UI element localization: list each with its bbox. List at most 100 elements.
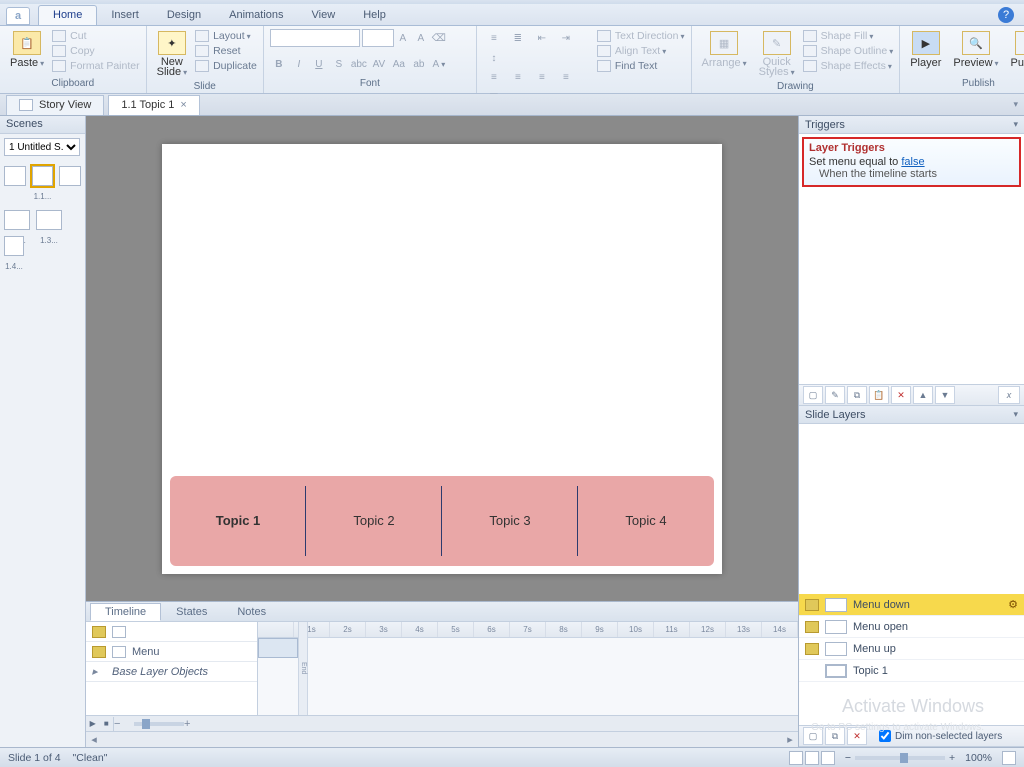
zoom-out-button[interactable]: − [845,752,851,764]
dim-layers-toggle[interactable]: Dim non-selected layers [879,730,1002,742]
edit-trigger-button[interactable]: ✎ [825,386,845,404]
find-text-button[interactable]: Find Text [597,59,685,73]
layer-row-menu-open[interactable]: Menu open [799,616,1024,638]
help-icon[interactable]: ? [998,7,1014,23]
lock-icon[interactable] [112,646,126,658]
collapse-icon[interactable]: ▾ [1013,409,1018,420]
zoom-in-button[interactable]: + [949,752,955,764]
scene-selector[interactable]: 1 Untitled S... [4,138,80,156]
duplicate-button[interactable]: Duplicate [195,59,257,73]
align-right-button[interactable]: ≡ [531,68,553,86]
paste-trigger-button[interactable]: 📋 [869,386,889,404]
delete-layer-button[interactable]: ✕ [847,727,867,745]
zoom-in-timeline[interactable]: + [184,718,204,730]
fit-window-button[interactable] [1002,751,1016,765]
shape-outline-button[interactable]: Shape Outline [803,44,894,58]
scene-thumb[interactable]: 1.2... [4,210,30,230]
visibility-icon[interactable] [805,621,819,633]
timeline-row[interactable] [86,622,257,642]
numbers-button[interactable]: ≣ [507,29,529,47]
align-left-button[interactable]: ≡ [483,68,505,86]
scene-thumb[interactable] [4,166,26,186]
line-spacing-button[interactable]: ↕ [483,49,505,67]
shape-effects-button[interactable]: Shape Effects [803,59,894,73]
shadow-button[interactable]: abc [350,55,368,73]
view-sorter-icon[interactable] [805,751,819,765]
grow-font-button[interactable]: A [394,29,412,47]
slide-canvas[interactable]: Topic 1 Topic 2 Topic 3 Topic 4 [86,116,798,601]
copy-button[interactable]: Copy [52,44,139,58]
visibility-icon[interactable] [92,646,106,658]
highlight-button[interactable]: ab [410,55,428,73]
ribbon-tab-design[interactable]: Design [153,6,215,25]
dropdown-arrow-icon[interactable]: ▾ [1013,99,1018,110]
strike-button[interactable]: S [330,55,348,73]
reset-button[interactable]: Reset [195,44,257,58]
tab-story-view[interactable]: Story View [6,95,104,115]
app-icon[interactable]: a [6,7,30,25]
underline-button[interactable]: U [310,55,328,73]
case-button[interactable]: Aa [390,55,408,73]
clear-format-button[interactable]: ⌫ [430,29,448,47]
expand-icon[interactable]: ▸ [92,665,106,678]
new-slide-button[interactable]: ✦ New Slide [153,29,191,80]
scene-thumb[interactable]: 1.3... [36,210,62,230]
collapse-icon[interactable]: ▾ [1013,119,1018,130]
close-tab-icon[interactable]: × [180,97,186,113]
layer-row-topic-1[interactable]: Topic 1 [799,660,1024,682]
ribbon-tab-animations[interactable]: Animations [215,6,297,25]
dim-checkbox[interactable] [879,730,891,742]
tab-notes[interactable]: Notes [222,603,281,621]
zoom-out-timeline[interactable]: − [114,718,134,730]
ribbon-tab-insert[interactable]: Insert [97,6,153,25]
bullets-button[interactable]: ≡ [483,29,505,47]
tab-states[interactable]: States [161,603,222,621]
move-down-button[interactable]: ▼ [935,386,955,404]
bold-button[interactable]: B [270,55,288,73]
quick-styles-button[interactable]: ✎ Quick Styles [755,29,799,80]
timeline-row-menu[interactable]: Menu [86,642,257,662]
delete-trigger-button[interactable]: ✕ [891,386,911,404]
cut-button[interactable]: Cut [52,29,139,43]
paste-button[interactable]: 📋 Paste [6,29,48,71]
layer-row-menu-up[interactable]: Menu up [799,638,1024,660]
player-button[interactable]: ▶ Player [906,29,945,71]
align-center-button[interactable]: ≡ [507,68,529,86]
font-size-select[interactable] [362,29,394,47]
play-button[interactable]: ▶ [86,717,100,731]
ribbon-tab-view[interactable]: View [298,6,350,25]
zoom-slider[interactable] [855,756,945,760]
scene-thumb-selected[interactable]: 1.1... [32,166,54,186]
visibility-icon[interactable] [92,626,106,638]
shrink-font-button[interactable]: A [412,29,430,47]
shape-fill-button[interactable]: Shape Fill [803,29,894,43]
view-normal-icon[interactable] [789,751,803,765]
slide-tab-4[interactable]: Topic 4 [578,476,714,566]
trigger-value-link[interactable]: false [901,156,924,168]
scene-thumb[interactable]: 1.4... [4,236,24,256]
visibility-icon[interactable] [805,599,819,611]
tab-slide-active[interactable]: 1.1 Topic 1× [108,95,199,115]
inc-indent-button[interactable]: ⇥ [555,29,577,47]
timeline-track[interactable]: 1s 2s 3s 4s 5s 6s 7s 8s 9s 10s 11s 12s 1… [258,622,798,715]
publish-button[interactable]: ⬆ Publish [1007,29,1024,71]
justify-button[interactable]: ≡ [555,68,577,86]
preview-button[interactable]: 🔍 Preview [949,29,1002,71]
copy-trigger-button[interactable]: ⧉ [847,386,867,404]
slide-tab-1[interactable]: Topic 1 [170,476,306,566]
trigger-item[interactable]: Layer Triggers Set menu equal to false W… [802,137,1021,187]
ribbon-tab-help[interactable]: Help [349,6,400,25]
new-trigger-button[interactable]: ▢ [803,386,823,404]
timeline-end-marker[interactable]: End [298,622,308,715]
align-text-button[interactable]: Align Text [597,44,685,58]
visibility-icon[interactable] [805,643,819,655]
slide-tab-2[interactable]: Topic 2 [306,476,442,566]
horizontal-scrollbar[interactable]: ◂ ▸ [86,731,798,747]
new-layer-button[interactable]: ▢ [803,727,823,745]
layout-button[interactable]: Layout [195,29,257,43]
variables-button[interactable]: x [998,386,1020,404]
triggers-header[interactable]: Triggers▾ [799,116,1024,134]
font-family-select[interactable] [270,29,360,47]
tab-timeline[interactable]: Timeline [90,603,161,621]
layer-row-menu-down[interactable]: Menu down⚙ [799,594,1024,616]
